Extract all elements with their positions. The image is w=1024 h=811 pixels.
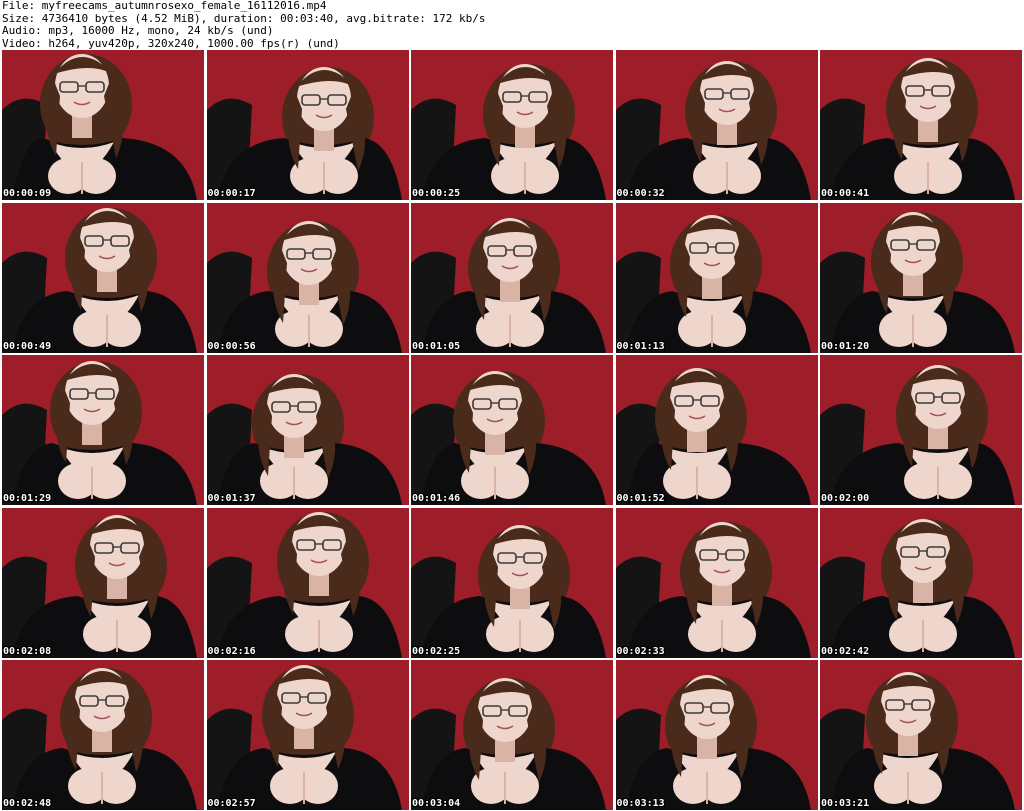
timestamp-label: 00:02:33 [616,645,665,657]
video-thumbnail: 00:00:17 [206,50,409,200]
video-thumbnail: 00:03:21 [820,660,1022,810]
video-thumbnail: 00:01:29 [2,355,204,505]
video-frame-icon [820,355,1022,505]
video-frame-icon [820,202,1022,353]
video-thumbnail: 00:02:16 [206,507,409,658]
timestamp-label: 00:01:46 [412,493,461,504]
video-frame-icon [820,50,1022,200]
video-thumbnail: 00:01:20 [820,202,1022,353]
thumbnail-grid: 00:00:09 00:00:17 00:00:25 00:00:32 00:00:41… [2,50,1022,810]
video-frame-icon [206,660,409,810]
video-frame-icon [2,50,204,200]
video-frame-icon [206,507,409,658]
video-thumbnail: 00:02:08 [2,507,204,658]
timestamp-label: 00:02:42 [821,645,870,657]
video-frame-icon [411,660,613,810]
timestamp-label: 00:03:21 [821,798,870,809]
video-frame-icon [2,660,204,810]
video-frame-icon [820,507,1022,658]
video-frame-icon [206,355,409,505]
video-frame-icon [411,202,613,353]
timestamp-label: 00:01:29 [3,493,52,504]
file-info-header: File: myfreecams_autumnrosexo_female_161… [2,0,1020,50]
timestamp-label: 00:02:00 [821,493,870,504]
video-frame-icon [615,660,818,810]
file-name-line: File: myfreecams_autumnrosexo_female_161… [2,0,327,12]
video-thumbnail: 00:02:42 [820,507,1022,658]
timestamp-label: 00:01:05 [412,340,461,352]
video-frame-icon [2,202,204,353]
video-frame-icon [615,50,818,200]
timestamp-label: 00:00:56 [207,340,256,352]
video-thumbnail: 00:00:56 [206,202,409,353]
video-frame-icon [206,202,409,353]
video-thumbnail: 00:02:48 [2,660,204,810]
video-thumbnail: 00:01:13 [615,202,818,353]
timestamp-label: 00:00:25 [412,188,461,199]
video-frame-icon [615,507,818,658]
video-thumbnail: 00:00:09 [2,50,204,200]
audio-info-line: Audio: mp3, 16000 Hz, mono, 24 kb/s (und… [2,24,274,37]
video-thumbnail: 00:02:00 [820,355,1022,505]
timestamp-label: 00:02:08 [3,645,52,657]
video-frame-icon [206,50,409,200]
video-thumbnail: 00:00:41 [820,50,1022,200]
video-info-line: Video: h264, yuv420p, 320x240, 1000.00 f… [2,36,340,50]
timestamp-label: 00:00:41 [821,188,870,199]
timestamp-label: 00:01:37 [207,493,256,504]
video-thumbnail: 00:02:25 [411,507,613,658]
video-frame-icon [411,355,613,505]
video-frame-icon [2,355,204,505]
video-frame-icon [615,355,818,505]
video-thumbnail: 00:02:57 [206,660,409,810]
video-thumbnail: 00:01:37 [206,355,409,505]
video-thumbnail: 00:01:05 [411,202,613,353]
timestamp-label: 00:03:13 [616,798,665,809]
timestamp-label: 00:02:57 [207,798,256,809]
video-frame-icon [411,507,613,658]
video-thumbnail: 00:00:49 [2,202,204,353]
video-thumbnail: 00:01:46 [411,355,613,505]
video-thumbnail: 00:02:33 [615,507,818,658]
timestamp-label: 00:02:48 [3,798,52,809]
video-thumbnail: 00:01:52 [615,355,818,505]
video-frame-icon [615,202,818,353]
video-frame-icon [411,50,613,200]
timestamp-label: 00:02:25 [412,645,461,657]
timestamp-label: 00:00:17 [207,188,256,199]
timestamp-label: 00:00:49 [3,340,52,352]
video-frame-icon [820,660,1022,810]
video-thumbnail: 00:03:04 [411,660,613,810]
timestamp-label: 00:01:52 [616,493,665,504]
video-thumbnail: 00:00:32 [615,50,818,200]
video-thumbnail: 00:03:13 [615,660,818,810]
timestamp-label: 00:00:09 [3,188,52,199]
timestamp-label: 00:02:16 [207,645,256,657]
video-thumbnail: 00:00:25 [411,50,613,200]
timestamp-label: 00:01:13 [616,340,665,352]
contact-sheet: File: myfreecams_autumnrosexo_female_161… [0,0,1024,811]
timestamp-label: 00:03:04 [412,798,461,809]
timestamp-label: 00:01:20 [821,340,870,352]
video-frame-icon [2,507,204,658]
timestamp-label: 00:00:32 [616,188,665,199]
